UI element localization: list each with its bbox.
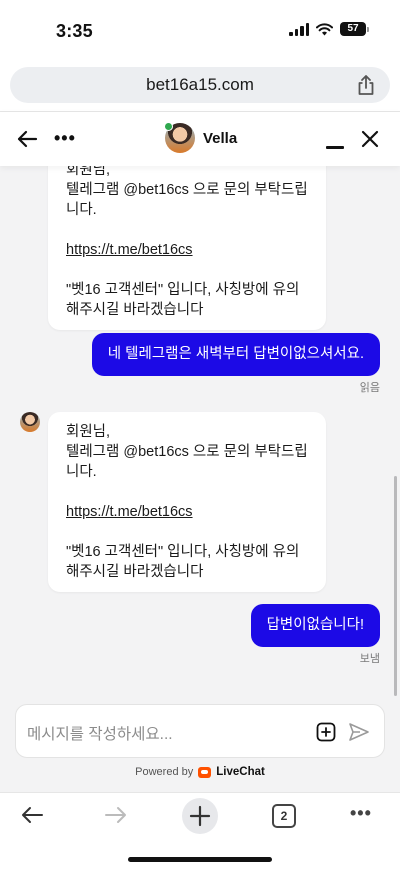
minimize-button[interactable] — [326, 146, 344, 149]
new-tab-button[interactable] — [182, 798, 218, 834]
address-field[interactable]: bet16a15.com — [10, 67, 390, 103]
visitor-message: 네 텔레그램은 새벽부터 답변이없으셔서요. — [91, 333, 380, 376]
nav-forward-icon[interactable] — [104, 805, 128, 825]
powered-by-text: Powered by — [135, 766, 194, 778]
message-status: 읽음 — [359, 382, 380, 394]
message-list[interactable]: 회원님, 텔레그램 @bet16cs 으로 문의 부탁드립니다. https:/… — [0, 166, 400, 702]
livechat-logo-icon — [198, 766, 212, 778]
battery-icon: 57 — [340, 22, 369, 36]
scrollbar[interactable] — [394, 476, 397, 696]
telegram-link[interactable]: https://t.me/bet16cs — [66, 242, 193, 258]
visitor-message: 답변이없습니다! — [250, 604, 380, 647]
chat-header: ••• Vella — [0, 112, 400, 166]
online-status-dot — [164, 122, 173, 131]
status-icons: 57 — [289, 22, 369, 36]
add-attachment-icon[interactable] — [316, 722, 336, 742]
chat-menu-button[interactable]: ••• — [54, 128, 76, 148]
send-icon[interactable] — [348, 722, 370, 742]
nav-back-icon[interactable] — [20, 805, 44, 825]
home-indicator — [128, 857, 272, 862]
agent-name: Vella — [203, 129, 238, 147]
livechat-brand: LiveChat — [216, 766, 265, 778]
message-input[interactable]: 메시지를 작성하세요... — [15, 704, 385, 758]
message-greeting: 회원님, — [66, 424, 111, 440]
browser-menu-button[interactable]: ••• — [350, 803, 372, 824]
telegram-link[interactable]: https://t.me/bet16cs — [66, 504, 193, 520]
tabs-button[interactable]: 2 — [272, 804, 296, 828]
wifi-icon — [316, 22, 333, 35]
status-bar: 3:35 57 — [0, 0, 400, 60]
plus-icon — [189, 805, 211, 827]
agent-message: 회원님, 텔레그램 @bet16cs 으로 문의 부탁드립니다. https:/… — [48, 412, 326, 592]
share-icon[interactable] — [356, 74, 376, 96]
url-text: bet16a15.com — [146, 75, 254, 94]
agent-info: Vella — [164, 122, 238, 153]
message-text: "벳16 고객센터" 입니다, 사칭방에 유의해주시길 바라겠습니다 — [66, 282, 300, 318]
agent-avatar-small — [20, 412, 40, 432]
agent-avatar — [164, 122, 195, 153]
close-icon[interactable] — [360, 129, 380, 149]
composer: 메시지를 작성하세요... Powered by LiveChat — [0, 702, 400, 792]
status-time: 3:35 — [56, 21, 93, 41]
message-text: 텔레그램 @bet16cs 으로 문의 부탁드립니다. — [66, 444, 308, 480]
browser-toolbar: 2 ••• — [0, 792, 400, 870]
cellular-signal-icon — [289, 22, 309, 36]
message-greeting: 회원님, — [66, 166, 111, 178]
agent-message: 회원님, 텔레그램 @bet16cs 으로 문의 부탁드립니다. https:/… — [48, 166, 326, 330]
back-arrow-icon[interactable] — [16, 128, 38, 150]
message-status: 보냄 — [359, 653, 380, 665]
message-text: "벳16 고객센터" 입니다, 사칭방에 유의해주시길 바라겠습니다 — [66, 544, 300, 580]
message-input-placeholder: 메시지를 작성하세요... — [27, 726, 173, 743]
message-text: 텔레그램 @bet16cs 으로 문의 부탁드립니다. — [66, 182, 308, 218]
browser-url-bar: bet16a15.com — [0, 60, 400, 112]
powered-by: Powered by LiveChat — [0, 766, 400, 778]
